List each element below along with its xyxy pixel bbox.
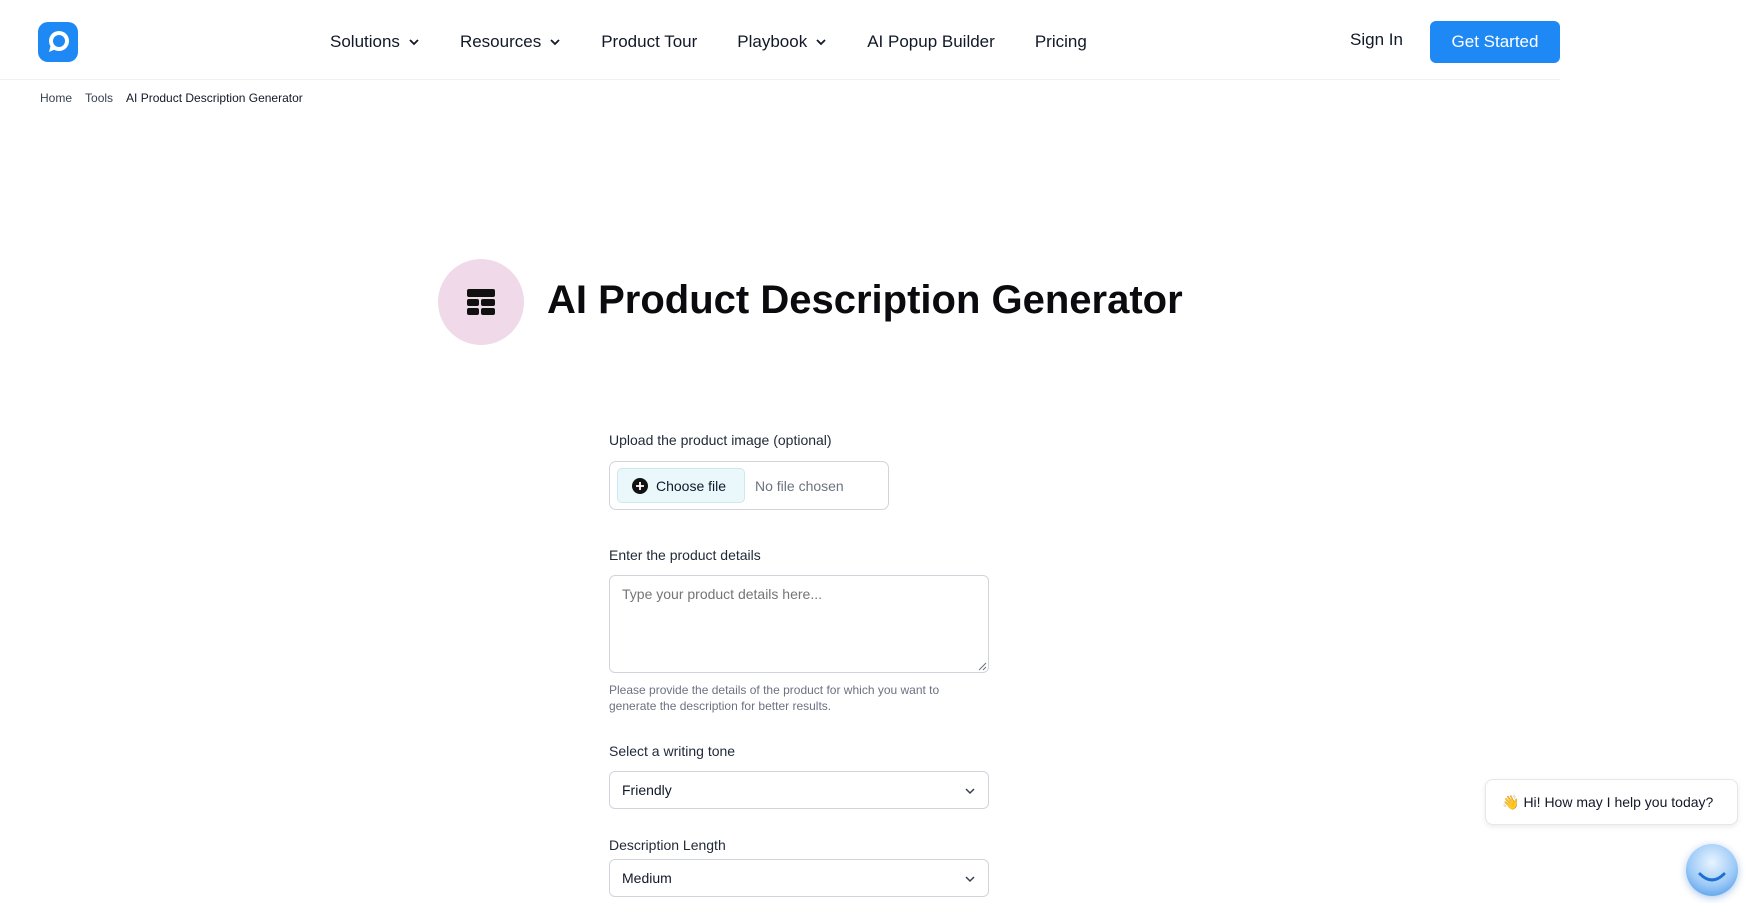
nav-resources[interactable]: Resources	[460, 32, 561, 52]
waving-hand-icon: 👋	[1502, 793, 1520, 810]
no-file-text: No file chosen	[755, 478, 844, 494]
length-label: Description Length	[609, 837, 726, 853]
chevron-down-icon	[409, 39, 419, 46]
chevron-down-icon	[550, 39, 560, 46]
chevron-down-icon	[965, 876, 975, 883]
breadcrumb-current: AI Product Description Generator	[126, 91, 303, 105]
description-length-value: Medium	[622, 870, 672, 886]
brand-logo-icon[interactable]	[38, 22, 78, 62]
file-upload-field[interactable]: Choose file No file chosen	[609, 461, 889, 510]
nav-pricing-label: Pricing	[1034, 32, 1087, 51]
description-length-select[interactable]: Medium	[609, 859, 989, 897]
nav-ai-popup-builder-label: AI Popup Builder	[867, 32, 995, 51]
upload-label: Upload the product image (optional)	[609, 432, 832, 448]
chevron-down-icon	[816, 39, 826, 46]
choose-file-button[interactable]: Choose file	[617, 468, 745, 503]
title-icon-badge	[438, 259, 524, 345]
chat-assistant-icon	[1698, 872, 1726, 882]
chevron-down-icon	[965, 788, 975, 795]
writing-tone-value: Friendly	[622, 782, 672, 798]
breadcrumb: Home Tools AI Product Description Genera…	[40, 91, 303, 105]
plus-circle-icon	[632, 477, 648, 494]
nav-playbook-label: Playbook	[737, 32, 808, 51]
chat-greeting-bubble[interactable]: 👋 Hi! How may I help you today?	[1485, 779, 1738, 825]
tone-label: Select a writing tone	[609, 743, 736, 759]
page-title: AI Product Description Generator	[547, 278, 1183, 322]
main-nav: Solutions Resources Product Tour Playboo…	[330, 24, 1127, 60]
breadcrumb-home[interactable]: Home	[40, 91, 72, 105]
get-started-button[interactable]: Get Started	[1430, 21, 1560, 63]
details-helper-text: Please provide the details of the produc…	[609, 683, 940, 713]
nav-ai-popup-builder[interactable]: AI Popup Builder	[867, 32, 995, 52]
table-layout-icon	[467, 289, 495, 315]
nav-solutions[interactable]: Solutions	[330, 32, 420, 52]
nav-solutions-label: Solutions	[330, 32, 400, 51]
choose-file-label: Choose file	[656, 477, 727, 494]
nav-product-tour-label: Product Tour	[601, 32, 698, 51]
site-header: Solutions Resources Product Tour Playboo…	[0, 0, 1560, 80]
breadcrumb-tools[interactable]: Tools	[85, 91, 113, 105]
nav-pricing[interactable]: Pricing	[1035, 32, 1087, 52]
resize-handle-icon[interactable]	[977, 661, 987, 671]
chat-greeting-text: Hi! How may I help you today?	[1523, 794, 1714, 810]
product-details-textarea[interactable]	[609, 575, 989, 673]
nav-playbook[interactable]: Playbook	[737, 32, 827, 52]
details-label: Enter the product details	[609, 547, 761, 563]
nav-product-tour[interactable]: Product Tour	[601, 32, 697, 52]
writing-tone-select[interactable]: Friendly	[609, 771, 989, 809]
chat-launcher-button[interactable]	[1686, 844, 1738, 896]
sign-in-link[interactable]: Sign In	[1350, 30, 1403, 50]
nav-resources-label: Resources	[459, 32, 542, 51]
